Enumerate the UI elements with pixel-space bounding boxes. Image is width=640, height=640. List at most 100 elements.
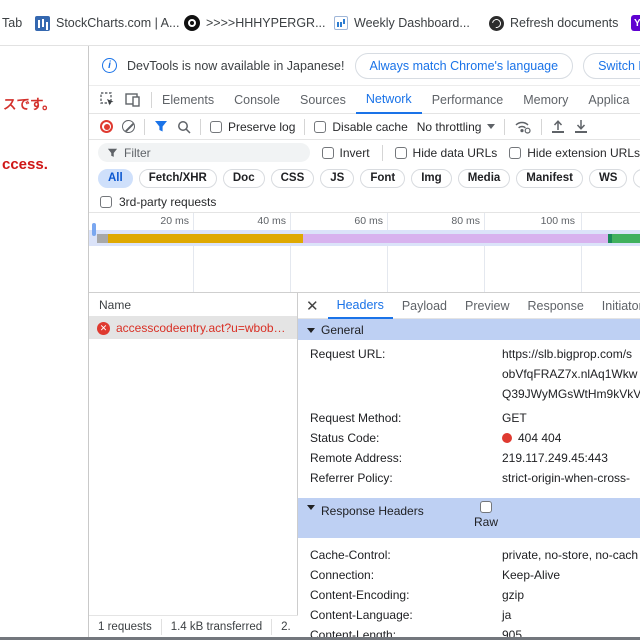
preserve-log-checkbox[interactable] (210, 121, 222, 133)
always-match-language-button[interactable]: Always match Chrome's language (355, 53, 574, 79)
hide-data-urls-label: Hide data URLs (413, 146, 498, 160)
disable-cache-checkbox[interactable] (314, 121, 326, 133)
devtools-tool-icons (89, 92, 151, 107)
import-har-icon[interactable] (551, 120, 565, 133)
inspect-element-icon[interactable] (100, 92, 115, 107)
request-name: accesscodeentry.act?u=wbobVf... (116, 321, 291, 335)
hide-extension-urls-checkbox[interactable] (509, 147, 521, 159)
chip-manifest[interactable]: Manifest (516, 169, 583, 188)
filter-funnel-icon[interactable] (154, 120, 168, 133)
error-icon: ✕ (97, 322, 110, 335)
response-headers-title: Response Headers (321, 504, 424, 518)
chip-font[interactable]: Font (360, 169, 405, 188)
info-icon: i (102, 58, 117, 73)
key: Referrer Policy: (298, 468, 502, 488)
search-icon[interactable] (177, 120, 191, 134)
chip-all[interactable]: All (98, 169, 133, 188)
switch-devtools-language-button[interactable]: Switch DevTool (583, 53, 640, 79)
network-overview-timeline[interactable]: 20 ms 40 ms 60 ms 80 ms 100 ms (89, 213, 640, 293)
chip-css[interactable]: CSS (271, 169, 315, 188)
devtools-tab-bar: Elements Console Sources Network Perform… (89, 86, 640, 114)
kv-remote-address: Remote Address: 219.117.249.45:443 (298, 448, 640, 468)
filter-placeholder: Filter (124, 146, 151, 160)
hide-extension-urls-toggle[interactable]: Hide extension URLs (509, 146, 640, 160)
preserve-log-toggle[interactable]: Preserve log (210, 120, 295, 134)
bookmark-hhhypergr[interactable]: >>>>HHHYPERGR... (184, 0, 326, 46)
raw-checkbox[interactable] (480, 501, 492, 513)
tab-console[interactable]: Console (224, 86, 290, 113)
divider (541, 119, 542, 135)
tab-network[interactable]: Network (356, 86, 422, 114)
invert-toggle[interactable]: Invert (322, 146, 370, 160)
tick-20ms: 20 ms (133, 215, 189, 227)
raw-toggle[interactable]: Raw (474, 501, 498, 529)
bookmark-label: >>>>HHHYPERGR... (206, 16, 326, 30)
disable-cache-label: Disable cache (332, 120, 407, 134)
tab-headers[interactable]: Headers (328, 293, 393, 319)
tab-initiator[interactable]: Initiator (593, 293, 640, 318)
timeline-drag-handle[interactable] (92, 223, 96, 236)
name-column-header[interactable]: Name (89, 293, 297, 317)
bookmark-weekly-dashboard[interactable]: Weekly Dashboard... (334, 0, 470, 46)
divider (504, 119, 505, 135)
filter-input[interactable]: Filter (98, 143, 310, 162)
response-headers-body: Cache-Control: private, no-store, no-cac… (298, 538, 640, 640)
raw-label: Raw (474, 515, 498, 529)
tab-preview[interactable]: Preview (456, 293, 518, 318)
bookmark-new-tab[interactable]: Tab (2, 0, 22, 46)
chip-img[interactable]: Img (411, 169, 451, 188)
chip-doc[interactable]: Doc (223, 169, 265, 188)
value: gzip (502, 585, 524, 605)
bookmark-stockcharts[interactable]: StockCharts.com | A... (35, 0, 179, 46)
request-type-chips: All Fetch/XHR Doc CSS JS Font Img Media … (89, 165, 640, 191)
tab-performance[interactable]: Performance (422, 86, 514, 113)
timeline-band (89, 230, 640, 246)
tab-application[interactable]: Applica (578, 86, 639, 113)
kv-connection: Connection: Keep-Alive (298, 565, 640, 585)
timeline-segment-gray (97, 234, 108, 243)
close-icon[interactable]: ✕ (298, 297, 328, 315)
value: private, no-store, no-cach (502, 545, 638, 565)
request-row-selected[interactable]: ✕ accesscodeentry.act?u=wbobVf... (89, 317, 297, 339)
throttling-value: No throttling (417, 120, 482, 134)
tick-40ms: 40 ms (230, 215, 286, 227)
tab-memory[interactable]: Memory (513, 86, 578, 113)
divider (304, 119, 305, 135)
tab-sources[interactable]: Sources (290, 86, 356, 113)
chip-ws[interactable]: WS (589, 169, 628, 188)
tick-60ms: 60 ms (327, 215, 383, 227)
general-section-header[interactable]: General (298, 319, 640, 340)
black-circle-icon (184, 15, 200, 31)
transferred-size: 1.4 kB transferred (162, 619, 272, 635)
divider (382, 145, 383, 161)
device-toolbar-icon[interactable] (125, 93, 141, 107)
response-headers-section-header[interactable]: Response Headers Raw (298, 498, 640, 538)
tab-payload[interactable]: Payload (393, 293, 456, 318)
webpage-content-strip: スです。 ccess. (0, 46, 89, 640)
bookmark-refresh-documents[interactable]: Refresh documents (489, 0, 618, 46)
record-network-log-icon[interactable] (100, 120, 113, 133)
page-access-text: ccess. (2, 156, 48, 173)
network-conditions-icon[interactable] (514, 120, 532, 134)
key: Request Method: (298, 408, 502, 428)
chip-media[interactable]: Media (458, 169, 511, 188)
hide-data-urls-checkbox[interactable] (395, 147, 407, 159)
clear-network-log-icon[interactable] (122, 120, 135, 133)
invert-checkbox[interactable] (322, 147, 334, 159)
bookmark-yahoo[interactable]: Y! (631, 0, 640, 46)
value: 404 404 (502, 428, 561, 448)
requests-count: 1 requests (89, 619, 162, 635)
chip-fetch-xhr[interactable]: Fetch/XHR (139, 169, 217, 188)
kv-request-method: Request Method: GET (298, 408, 640, 428)
throttling-dropdown[interactable]: No throttling (417, 120, 496, 134)
bookmark-label: Tab (2, 16, 22, 30)
tab-elements[interactable]: Elements (152, 86, 224, 113)
disclosure-triangle-icon (307, 328, 315, 333)
chip-js[interactable]: JS (320, 169, 354, 188)
tab-response[interactable]: Response (518, 293, 592, 318)
third-party-checkbox[interactable] (100, 196, 112, 208)
chip-wasm[interactable]: Wasm (633, 169, 640, 188)
disable-cache-toggle[interactable]: Disable cache (314, 120, 407, 134)
hide-data-urls-toggle[interactable]: Hide data URLs (395, 146, 498, 160)
export-har-icon[interactable] (574, 120, 588, 133)
